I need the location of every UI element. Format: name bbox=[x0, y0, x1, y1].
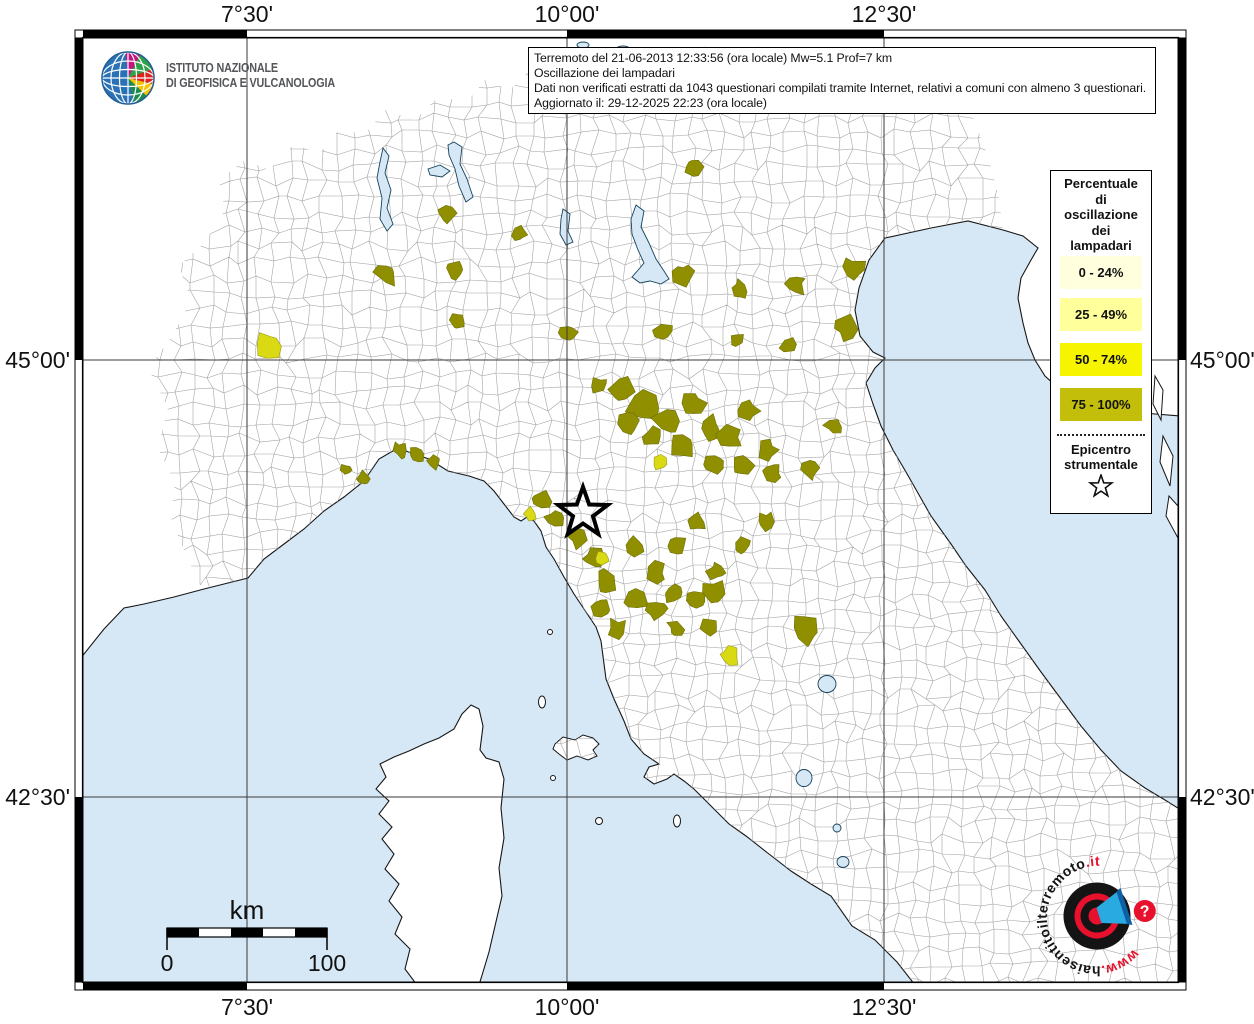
legend-swatch-50-74: 50 - 74% bbox=[1060, 343, 1142, 376]
title-line-effect: Oscillazione dei lampadari bbox=[534, 65, 675, 80]
page: km 0 100 www.haisentitoilterremoto.it? 7°30… bbox=[0, 0, 1254, 1024]
svg-text:km: km bbox=[230, 895, 265, 925]
axis-label-right-45: 45°00' bbox=[1190, 347, 1254, 373]
axis-label-left-45: 45°00' bbox=[5, 347, 70, 373]
title-line-source: Dati non verificati estratti da 1043 que… bbox=[534, 80, 1147, 95]
ingv-logo: ISTITUTO NAZIONALE DI GEOFISICA E VULCAN… bbox=[166, 60, 335, 90]
axis-label-top-1230: 12°30' bbox=[851, 1, 917, 27]
axis-label-right-4230: 42°30' bbox=[1190, 784, 1254, 810]
ingv-logo-line1: ISTITUTO NAZIONALE bbox=[166, 60, 278, 75]
axis-label-bottom-730: 7°30' bbox=[221, 994, 273, 1020]
axis-label-left-4230: 42°30' bbox=[5, 784, 70, 810]
svg-text:0: 0 bbox=[161, 950, 174, 976]
svg-text:100: 100 bbox=[308, 950, 346, 976]
epicenter-star-icon bbox=[1087, 472, 1115, 502]
ingv-logo-line2: DI GEOFISICA E VULCANOLOGIA bbox=[166, 75, 335, 90]
legend-swatch-75-100: 75 - 100% bbox=[1060, 388, 1142, 421]
axis-label-bottom-1230: 12°30' bbox=[851, 994, 917, 1020]
title-line-updated: Aggiornato il: 29-12-2025 22:23 (ora loc… bbox=[534, 95, 767, 110]
svg-text:?: ? bbox=[1139, 903, 1150, 921]
legend-swatch-0-24: 0 - 24% bbox=[1060, 256, 1142, 289]
legend-epicenter-label: Epicentro strumentale bbox=[1064, 442, 1138, 472]
legend-title: Percentuale di oscillazione dei lampadar… bbox=[1064, 176, 1138, 253]
legend: Percentuale di oscillazione dei lampadar… bbox=[1050, 170, 1152, 514]
axis-label-top-1000: 10°00' bbox=[534, 1, 600, 27]
legend-separator bbox=[1057, 434, 1145, 436]
title-box: Terremoto del 21-06-2013 12:33:56 (ora l… bbox=[528, 47, 1156, 114]
ingv-globe-icon bbox=[101, 51, 155, 105]
legend-swatch-25-49: 25 - 49% bbox=[1060, 298, 1142, 331]
title-line-event: Terremoto del 21-06-2013 12:33:56 (ora l… bbox=[534, 51, 893, 65]
axis-label-bottom-1000: 10°00' bbox=[534, 994, 600, 1020]
axis-label-top-730: 7°30' bbox=[221, 1, 273, 27]
